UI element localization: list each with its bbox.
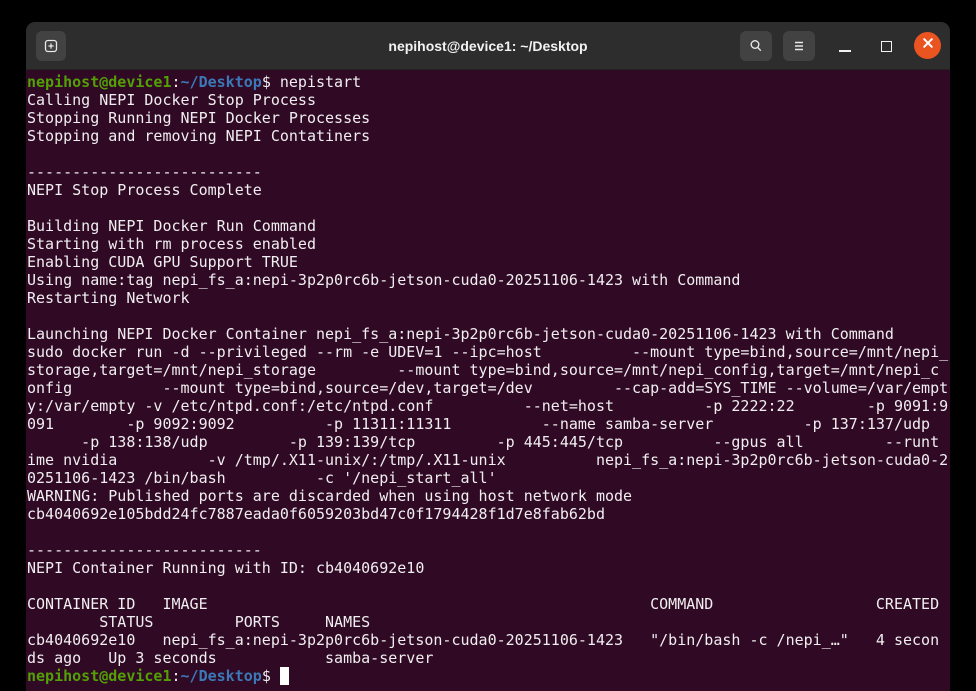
terminal-line: 091 -p 9092:9092 -p 11311:11311 --name s… <box>27 415 950 433</box>
terminal-screen[interactable]: nepihost@device1:~/Desktop$ nepistartCal… <box>26 70 950 691</box>
tab-plus-icon <box>43 38 59 54</box>
terminal-line: NEPI Container Running with ID: cb404069… <box>27 559 950 577</box>
maximize-icon <box>881 41 892 52</box>
terminal-line: STATUS PORTS NAMES <box>27 613 950 631</box>
terminal-line: NEPI Stop Process Complete <box>27 181 950 199</box>
terminal-line: storage,target=/mnt/nepi_storage --mount… <box>27 361 950 379</box>
terminal-line: -------------------------- <box>27 541 950 559</box>
terminal-line: Using name:tag nepi_fs_a:nepi-3p2p0rc6b-… <box>27 271 950 289</box>
terminal-line: sudo docker run -d --privileged --rm -e … <box>27 343 950 361</box>
terminal-line: Calling NEPI Docker Stop Process <box>27 91 950 109</box>
terminal-line: nepihost@device1:~/Desktop$ <box>27 667 950 685</box>
terminal-output: nepihost@device1:~/Desktop$ nepistartCal… <box>26 70 950 685</box>
terminal-line: Enabling CUDA GPU Support TRUE <box>27 253 950 271</box>
terminal-line: Starting with rm process enabled <box>27 235 950 253</box>
terminal-line: ds ago Up 3 seconds samba-server <box>27 649 950 667</box>
terminal-line: Stopping Running NEPI Docker Processes <box>27 109 950 127</box>
terminal-line <box>27 199 950 217</box>
desktop-background: { "window": { "title": "nepihost@device1… <box>0 0 976 691</box>
terminal-line: nepihost@device1:~/Desktop$ nepistart <box>27 73 950 91</box>
minimize-button[interactable] <box>832 31 858 61</box>
titlebar[interactable]: nepihost@device1: ~/Desktop <box>26 22 950 70</box>
terminal-line: 0251106-1423 /bin/bash -c '/nepi_start_a… <box>27 469 950 487</box>
terminal-line: -------------------------- <box>27 163 950 181</box>
terminal-line <box>27 145 950 163</box>
terminal-line <box>27 307 950 325</box>
text-cursor <box>280 667 289 685</box>
terminal-line: onfig --mount type=bind,source=/dev,targ… <box>27 379 950 397</box>
terminal-line: y:/var/empty -v /etc/ntpd.conf:/etc/ntpd… <box>27 397 950 415</box>
minimize-icon <box>839 50 851 52</box>
maximize-button[interactable] <box>873 31 899 61</box>
terminal-line: CONTAINER ID IMAGE COMMAND CREATED <box>27 595 950 613</box>
menu-button[interactable] <box>783 31 815 61</box>
terminal-line: WARNING: Published ports are discarded w… <box>27 487 950 505</box>
terminal-line <box>27 577 950 595</box>
terminal-line: cb4040692e10 nepi_fs_a:nepi-3p2p0rc6b-je… <box>27 631 950 649</box>
terminal-line: cb4040692e105bdd24fc7887eada0f6059203bd4… <box>27 505 950 523</box>
close-icon <box>921 36 935 55</box>
terminal-line: ime nvidia -v /tmp/.X11-unix/:/tmp/.X11-… <box>27 451 950 469</box>
hamburger-icon <box>791 38 807 54</box>
terminal-line: Building NEPI Docker Run Command <box>27 217 950 235</box>
new-tab-button[interactable] <box>36 31 66 61</box>
close-button[interactable] <box>914 32 941 59</box>
search-icon <box>748 38 764 54</box>
terminal-line <box>27 523 950 541</box>
terminal-window: nepihost@device1: ~/Desktop <box>26 22 950 691</box>
terminal-line: -p 138:138/udp -p 139:139/tcp -p 445:445… <box>27 433 950 451</box>
terminal-line: Stopping and removing NEPI Contatiners <box>27 127 950 145</box>
terminal-line: Launching NEPI Docker Container nepi_fs_… <box>27 325 950 343</box>
search-button[interactable] <box>740 31 772 61</box>
terminal-line: Restarting Network <box>27 289 950 307</box>
